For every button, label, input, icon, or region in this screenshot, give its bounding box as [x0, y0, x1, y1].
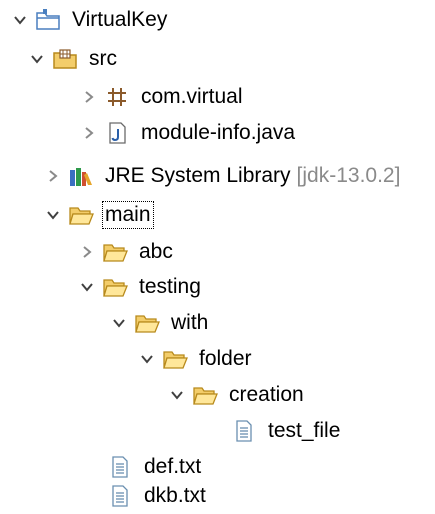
tree-item-abc[interactable]: abc	[0, 234, 435, 270]
tree-item-label: creation	[229, 383, 304, 406]
tree-item-label: with	[171, 311, 209, 334]
folder-icon	[67, 203, 95, 227]
jre-version-decoration: [jdk-13.0.2]	[296, 164, 401, 187]
tree-item-testing[interactable]: testing	[0, 269, 435, 305]
source-folder-icon	[51, 47, 79, 71]
chevron-right-icon[interactable]	[45, 168, 61, 184]
tree-item-label: dkb.txt	[144, 484, 206, 507]
java-file-icon	[103, 121, 131, 145]
tree-item-com-virtual[interactable]: com.virtual	[0, 79, 435, 115]
tree-item-label: JRE System Library	[105, 164, 291, 187]
tree-item-module-info[interactable]: module-info.java	[0, 115, 435, 151]
package-icon	[103, 85, 131, 109]
tree-item-label: testing	[139, 275, 201, 298]
tree-item-main[interactable]: main	[0, 197, 435, 233]
tree-item-label: com.virtual	[141, 85, 243, 108]
tree-item-with[interactable]: with	[0, 305, 435, 341]
tree-item-creation[interactable]: creation	[0, 377, 435, 413]
tree-item-label: main	[102, 201, 154, 229]
chevron-right-icon[interactable]	[81, 125, 97, 141]
tree-item-label: module-info.java	[141, 121, 296, 144]
folder-icon	[101, 240, 129, 264]
tree-item-label: abc	[139, 240, 173, 263]
project-explorer-tree: VirtualKey src com.virtual module-info.j…	[0, 0, 435, 507]
project-folder-icon	[34, 8, 62, 32]
chevron-down-icon[interactable]	[169, 387, 185, 403]
text-file-icon	[230, 419, 258, 443]
chevron-down-icon[interactable]	[111, 315, 127, 331]
tree-item-label: test_file	[268, 419, 341, 442]
chevron-down-icon[interactable]	[12, 12, 28, 28]
tree-item-label: folder	[199, 347, 252, 370]
chevron-right-icon[interactable]	[81, 89, 97, 105]
tree-item-virtualkey[interactable]: VirtualKey	[0, 2, 435, 38]
tree-item-dkb-txt[interactable]: dkb.txt	[0, 478, 435, 514]
text-file-icon	[106, 455, 134, 479]
tree-item-label: src	[89, 47, 117, 70]
chevron-right-icon[interactable]	[79, 244, 95, 260]
tree-item-folder[interactable]: folder	[0, 341, 435, 377]
tree-item-label: VirtualKey	[72, 8, 168, 31]
chevron-down-icon[interactable]	[139, 351, 155, 367]
chevron-down-icon[interactable]	[45, 207, 61, 223]
text-file-icon	[106, 484, 134, 508]
folder-icon	[133, 311, 161, 335]
tree-item-label: def.txt	[144, 455, 202, 478]
chevron-down-icon[interactable]	[29, 51, 45, 67]
folder-icon	[191, 383, 219, 407]
folder-icon	[101, 275, 129, 299]
library-icon	[67, 164, 95, 188]
chevron-down-icon[interactable]	[79, 279, 95, 295]
folder-icon	[161, 347, 189, 371]
tree-item-jre-library[interactable]: JRE System Library [jdk-13.0.2]	[0, 158, 435, 194]
tree-item-test-file[interactable]: test_file	[0, 413, 435, 449]
tree-item-src[interactable]: src	[0, 41, 435, 77]
